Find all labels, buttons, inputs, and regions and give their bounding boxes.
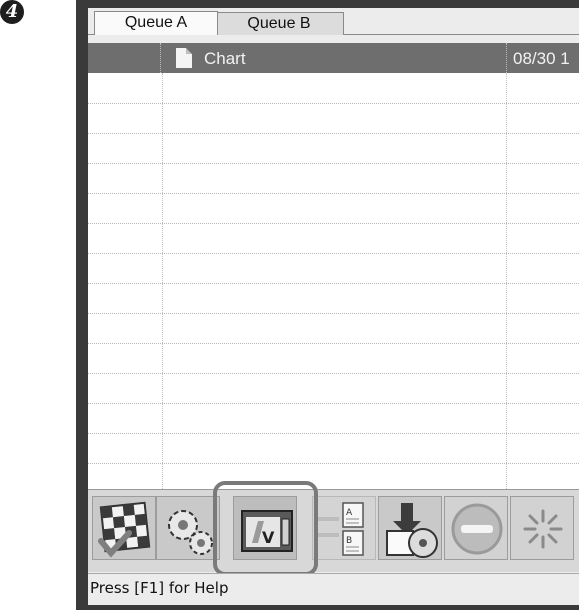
busy-spinner-icon [523, 509, 563, 549]
highlight-frame [213, 481, 318, 576]
step-number-badge: 4 [0, 0, 24, 24]
tab-queue-a[interactable]: Queue A [94, 11, 218, 35]
list-header-row[interactable] [88, 43, 579, 73]
status-text: Press [F1] for Help [90, 579, 229, 597]
job-list[interactable] [88, 73, 579, 489]
list-row-line [88, 193, 579, 194]
list-row-line [88, 163, 579, 164]
tab-queue-b[interactable]: Queue B [214, 12, 344, 35]
column-separator [160, 43, 162, 73]
job-name: Chart [204, 49, 246, 68]
list-row-line [88, 133, 579, 134]
layout-button[interactable] [92, 496, 156, 560]
processing-button[interactable] [510, 496, 574, 560]
document-button[interactable]: A B [312, 496, 376, 560]
document-ab-icon: A B [317, 502, 364, 556]
layout-grid-check-icon [98, 501, 151, 558]
list-row-line [88, 103, 579, 104]
save-button[interactable] [378, 496, 442, 560]
gear-settings-icon [168, 510, 213, 555]
status-bar: Press [F1] for Help [88, 573, 579, 605]
list-row-line [88, 223, 579, 224]
list-row-line [88, 283, 579, 284]
column-separator [506, 43, 508, 73]
svg-text:B: B [346, 536, 352, 546]
list-row-line [88, 463, 579, 464]
job-date: 08/30 1 [513, 49, 570, 68]
list-row-line [88, 433, 579, 434]
list-row-line [88, 253, 579, 254]
settings-button[interactable] [156, 496, 220, 560]
stop-button[interactable] [444, 496, 508, 560]
stop-circle-icon [451, 503, 503, 555]
list-row-line [88, 373, 579, 374]
document-icon [176, 48, 192, 68]
list-row-line [88, 343, 579, 344]
list-row-line [88, 403, 579, 404]
toolbar: V A B [88, 489, 579, 572]
save-to-disc-icon [386, 503, 438, 558]
svg-text:A: A [346, 508, 353, 518]
column-divider [506, 73, 507, 489]
column-divider [162, 73, 163, 489]
list-row-line [88, 313, 579, 314]
